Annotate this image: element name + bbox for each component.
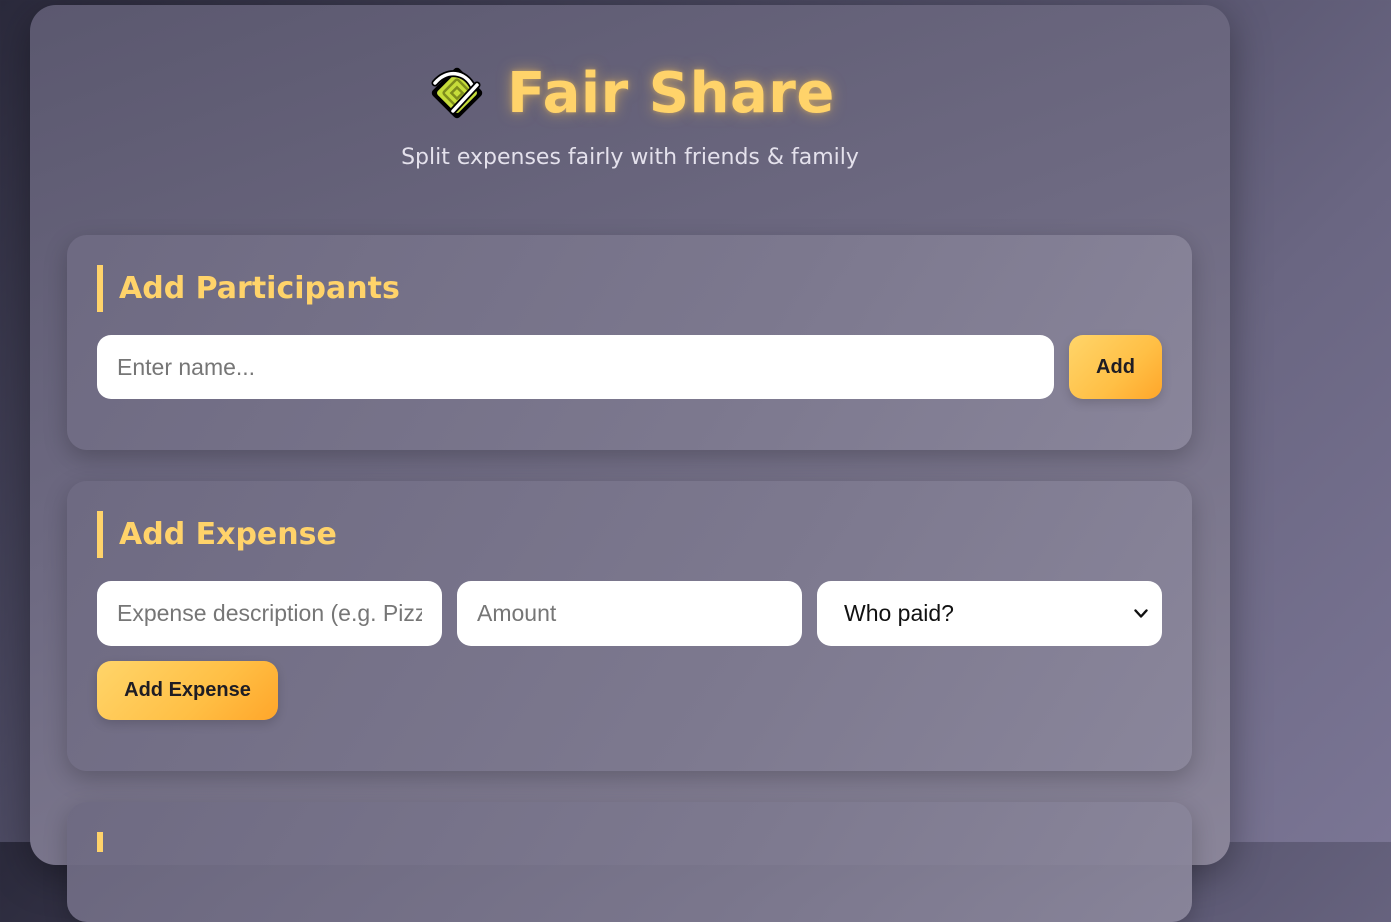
add-participants-card: Add Participants Add — [67, 235, 1192, 450]
chevron-down-icon — [1134, 608, 1148, 618]
add-participant-button[interactable]: Add — [1069, 335, 1162, 399]
app-header: Fair Share Split expenses fairly with fr… — [30, 5, 1230, 225]
title-row: Fair Share — [30, 53, 1230, 133]
expense-description-input[interactable] — [97, 581, 442, 646]
add-expense-heading: Add Expense — [97, 511, 337, 558]
payer-select[interactable]: Who paid? — [817, 581, 1162, 646]
section-heading-accent-bar — [97, 832, 103, 852]
add-expense-button[interactable]: Add Expense — [97, 661, 278, 720]
add-expense-card: Add Expense Who paid? Add Expense — [67, 481, 1192, 771]
app-title: Fair Share — [507, 60, 835, 126]
next-section-card — [67, 802, 1192, 922]
add-participants-heading: Add Participants — [97, 265, 400, 312]
app-container: Fair Share Split expenses fairly with fr… — [30, 5, 1230, 922]
payer-select-value: Who paid? — [844, 600, 954, 626]
app-subtitle: Split expenses fairly with friends & fam… — [401, 145, 859, 170]
logo-icon — [431, 67, 483, 119]
expense-amount-input[interactable] — [457, 581, 802, 646]
participant-name-input[interactable] — [97, 335, 1054, 399]
